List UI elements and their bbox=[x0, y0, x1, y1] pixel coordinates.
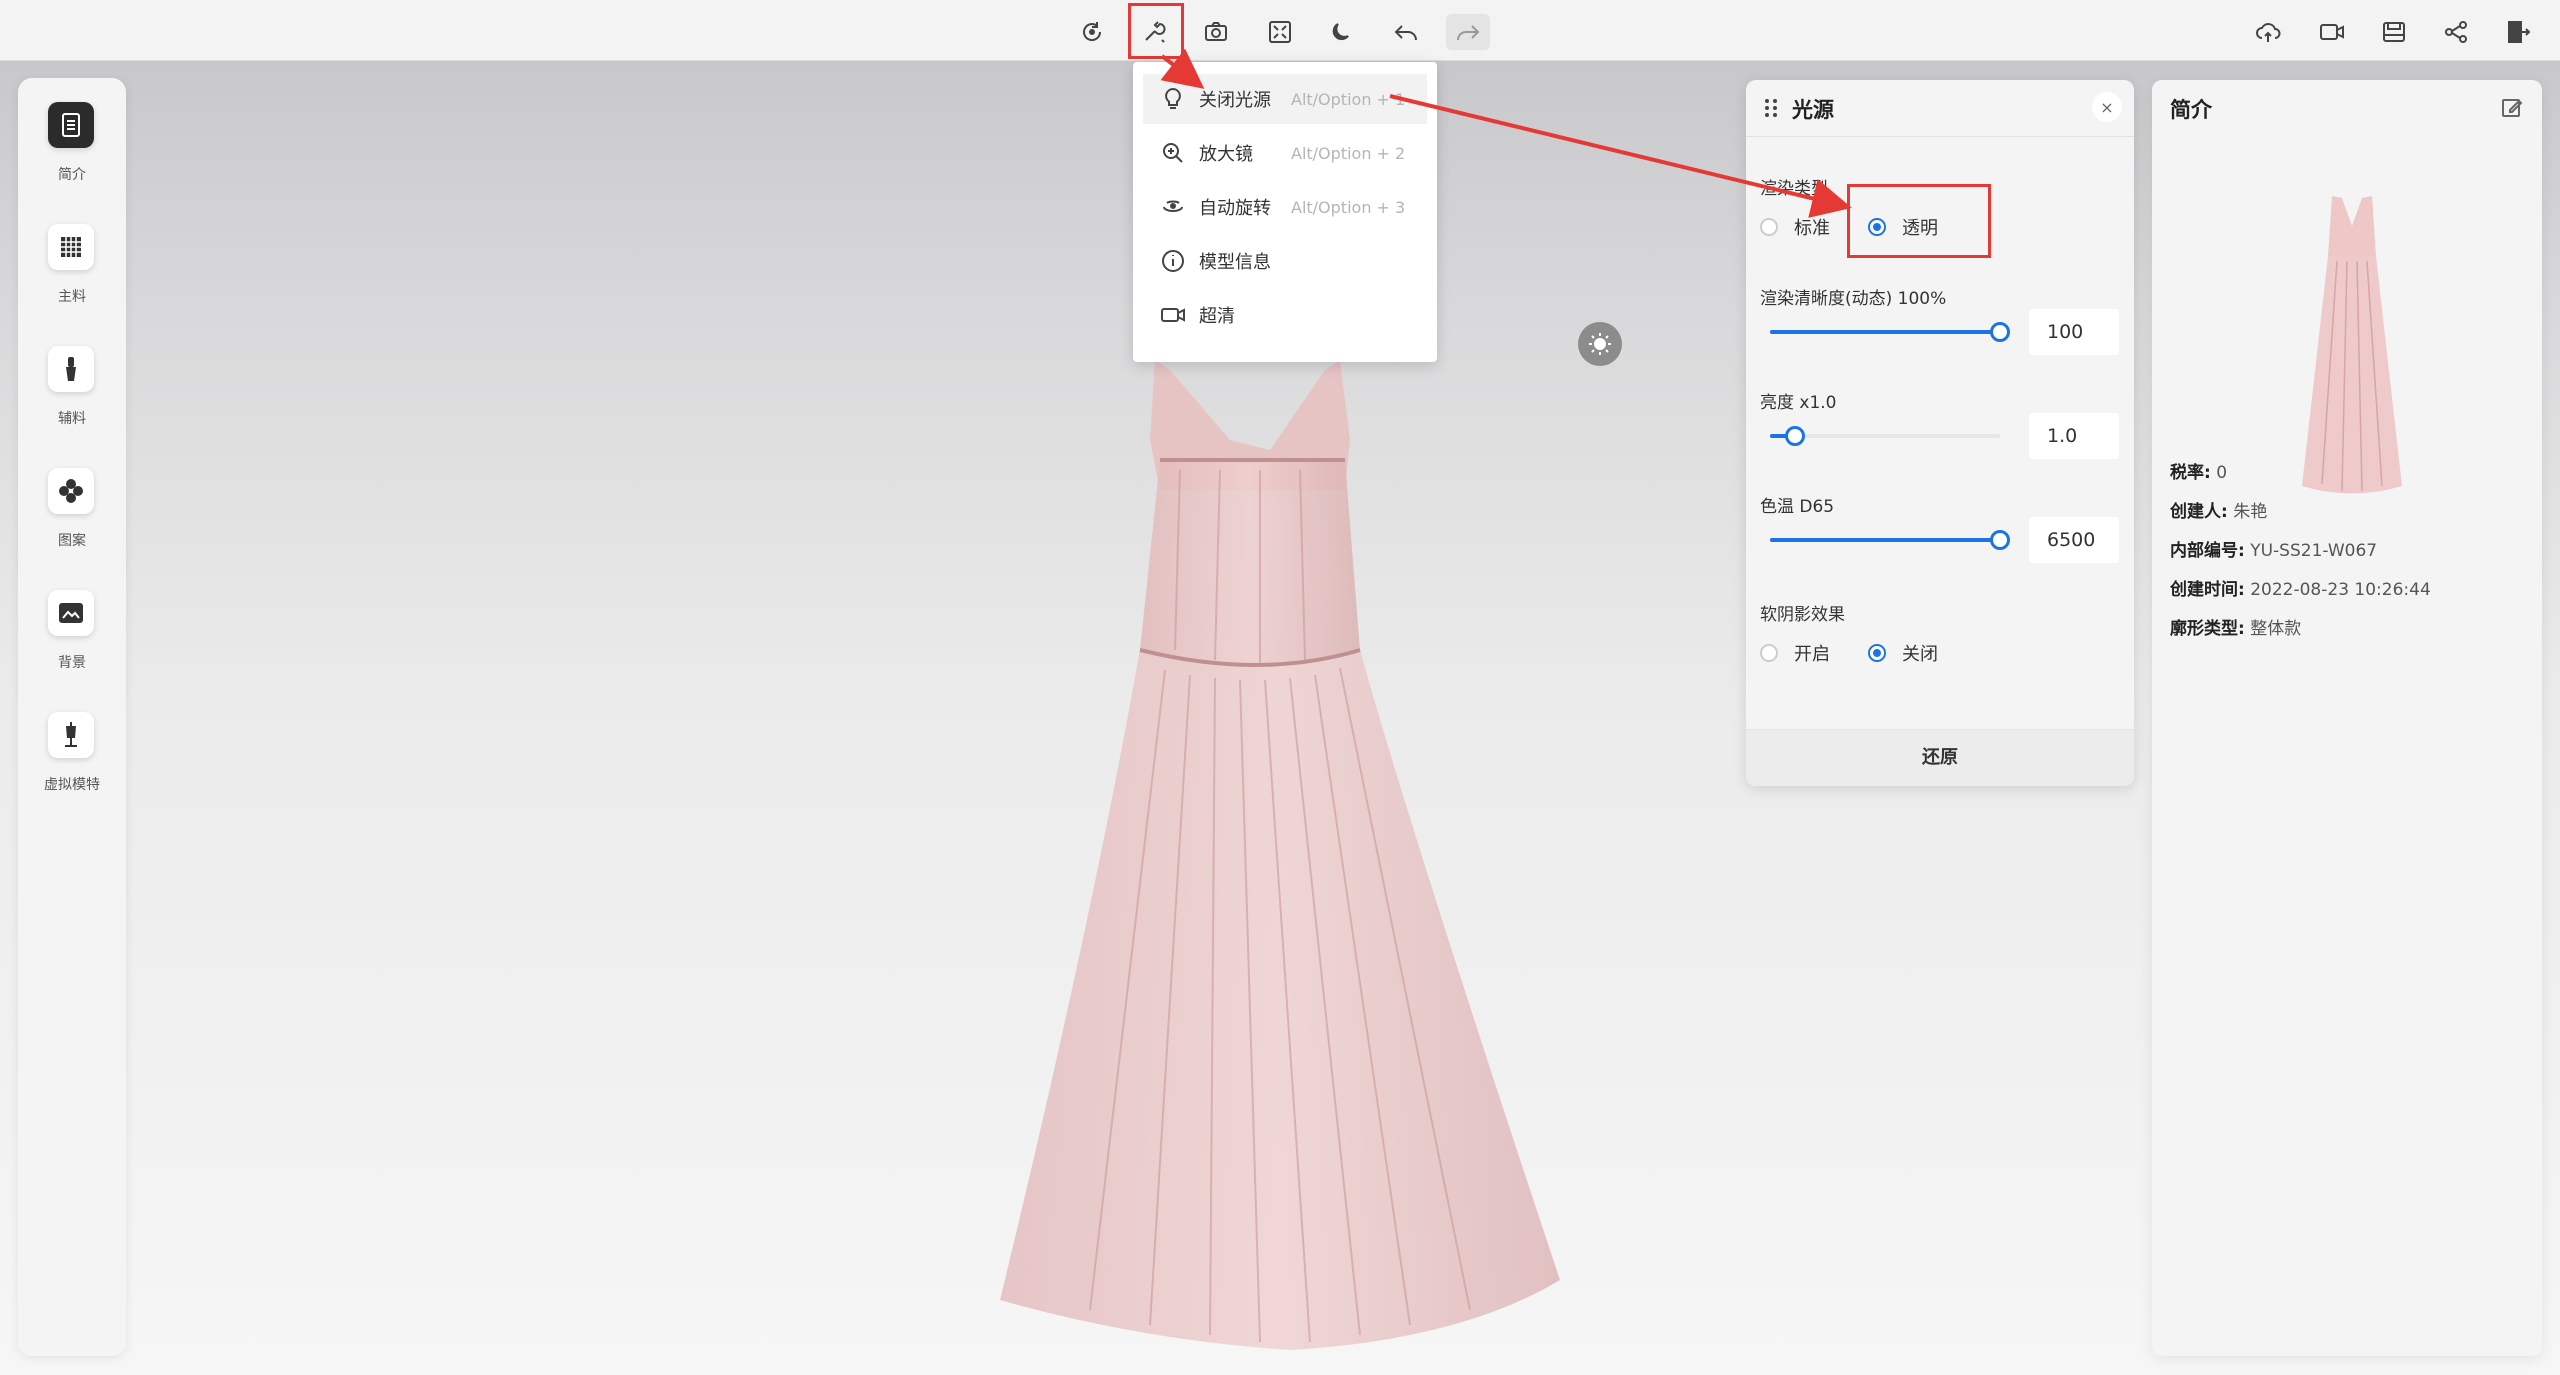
menu-item-magnifier[interactable]: 放大镜 Alt/Option + 2 bbox=[1143, 128, 1427, 178]
fullscreen-icon[interactable] bbox=[1258, 14, 1302, 50]
night-mode-icon[interactable] bbox=[1320, 14, 1364, 50]
dress-3d-model[interactable] bbox=[990, 330, 1570, 1370]
menu-item-label: 关闭光源 bbox=[1199, 90, 1271, 111]
edit-icon[interactable] bbox=[2500, 96, 2524, 120]
sidebar-item-label: 背景 bbox=[58, 655, 86, 671]
menu-item-shortcut: Alt/Option + 1 bbox=[1291, 89, 1406, 109]
reset-view-icon[interactable] bbox=[1070, 14, 1114, 50]
menu-item-label: 放大镜 bbox=[1199, 144, 1253, 165]
slider-thumb[interactable] bbox=[1990, 530, 2010, 550]
color-temp-value-input[interactable]: 6500 bbox=[2029, 517, 2119, 563]
mannequin-icon bbox=[48, 712, 94, 758]
top-toolbar bbox=[0, 0, 2560, 61]
info-row-silhouette: 廓形类型: 整体款 bbox=[2170, 619, 2302, 639]
panel-header[interactable]: 光源 × bbox=[1746, 80, 2134, 137]
sidebar-item-intro[interactable]: 简介 bbox=[18, 102, 126, 212]
soft-shadow-label: 软阴影效果 bbox=[1760, 605, 1845, 625]
redo-icon[interactable] bbox=[1446, 14, 1490, 50]
wrench-icon[interactable] bbox=[1132, 14, 1176, 50]
radio-label: 标准 bbox=[1794, 218, 1830, 239]
render-option-transparent[interactable]: 透明 bbox=[1868, 214, 1938, 240]
shadow-option-on[interactable]: 开启 bbox=[1760, 640, 1830, 666]
clarity-value-input[interactable]: 100 bbox=[2029, 309, 2119, 355]
dress-thumbnail bbox=[2302, 196, 2402, 494]
brightness-slider[interactable] bbox=[1770, 426, 2000, 446]
drag-handle-icon[interactable] bbox=[1764, 98, 1778, 118]
rotate-icon bbox=[1163, 200, 1183, 212]
menu-item-label: 超清 bbox=[1199, 306, 1235, 327]
color-temp-slider[interactable] bbox=[1770, 530, 2010, 550]
render-type-label: 渲染类型 bbox=[1760, 179, 1828, 199]
camera-icon[interactable] bbox=[1194, 14, 1238, 50]
info-row-created-time: 创建时间: 2022-08-23 10:26:44 bbox=[2170, 580, 2431, 600]
menu-item-label: 自动旋转 bbox=[1199, 198, 1271, 219]
menu-item-model-info[interactable]: 模型信息 bbox=[1143, 236, 1427, 286]
slider-thumb[interactable] bbox=[1990, 322, 2010, 342]
undo-icon[interactable] bbox=[1384, 14, 1428, 50]
bulb-icon bbox=[1165, 87, 1181, 109]
menu-item-auto-rotate[interactable]: 自动旋转 Alt/Option + 3 bbox=[1143, 182, 1427, 232]
reset-button[interactable]: 还原 bbox=[1746, 729, 2134, 786]
sidebar-item-label: 主料 bbox=[58, 289, 86, 305]
radio-circle bbox=[1760, 218, 1778, 236]
radio-label: 透明 bbox=[1902, 218, 1938, 239]
sidebar-item-background[interactable]: 背景 bbox=[18, 590, 126, 700]
left-sidebar: 简介 主料 辅料 图案 背景 虚拟模特 bbox=[18, 78, 126, 1356]
sidebar-item-label: 辅料 bbox=[58, 411, 86, 427]
info-panel: 简介 税率: 0 创建人: 朱艳 内部编号: YU-SS21-W067 创建时间… bbox=[2152, 80, 2542, 1356]
menu-item-label: 模型信息 bbox=[1199, 252, 1271, 273]
slider-thumb[interactable] bbox=[1785, 426, 1806, 446]
sidebar-item-pattern[interactable]: 图案 bbox=[18, 468, 126, 578]
menu-item-close-light[interactable]: 关闭光源 Alt/Option + 1 bbox=[1143, 74, 1427, 124]
sidebar-item-label: 虚拟模特 bbox=[44, 777, 100, 793]
exit-icon[interactable] bbox=[2496, 14, 2540, 50]
save-icon[interactable] bbox=[2372, 14, 2416, 50]
radio-label: 开启 bbox=[1794, 644, 1830, 665]
zipper-icon bbox=[48, 346, 94, 392]
brightness-label: 亮度 x1.0 bbox=[1760, 393, 1837, 413]
render-option-standard[interactable]: 标准 bbox=[1760, 214, 1830, 240]
color-temp-label: 色温 D65 bbox=[1760, 497, 1835, 517]
radio-circle bbox=[1868, 218, 1886, 236]
image-icon bbox=[48, 590, 94, 636]
pattern-icon bbox=[48, 468, 94, 514]
sidebar-item-accessories[interactable]: 辅料 bbox=[18, 346, 126, 456]
info-icon bbox=[1162, 250, 1184, 272]
fabric-grid-icon bbox=[48, 224, 94, 270]
hd-camera-icon bbox=[1161, 308, 1185, 322]
sidebar-item-label: 图案 bbox=[58, 533, 86, 549]
menu-item-hd[interactable]: 超清 bbox=[1143, 290, 1427, 340]
info-row-internal-id: 内部编号: YU-SS21-W067 bbox=[2170, 541, 2378, 561]
cloud-upload-icon[interactable] bbox=[2246, 14, 2290, 50]
menu-item-shortcut: Alt/Option + 3 bbox=[1291, 197, 1406, 217]
light-toggle-button[interactable] bbox=[1578, 322, 1622, 366]
sidebar-item-mannequin[interactable]: 虚拟模特 bbox=[18, 712, 126, 822]
sun-icon bbox=[1589, 333, 1611, 355]
brightness-value-input[interactable]: 1.0 bbox=[2029, 413, 2119, 459]
document-icon bbox=[48, 102, 94, 148]
clarity-label: 渲染清晰度(动态) 100% bbox=[1760, 289, 1947, 309]
share-icon[interactable] bbox=[2434, 14, 2478, 50]
radio-label: 关闭 bbox=[1902, 644, 1938, 665]
sidebar-item-main-fabric[interactable]: 主料 bbox=[18, 224, 126, 334]
light-settings-panel: 光源 × 渲染类型 标准 透明 渲染清晰度(动态) 100% 100 亮度 x1… bbox=[1746, 80, 2134, 786]
shadow-option-off[interactable]: 关闭 bbox=[1868, 640, 1938, 666]
clarity-slider[interactable] bbox=[1770, 322, 2010, 342]
tools-dropdown-menu: 关闭光源 Alt/Option + 1 放大镜 Alt/Option + 2 自… bbox=[1133, 62, 1437, 362]
info-row-tax-rate: 税率: 0 bbox=[2170, 463, 2228, 483]
video-icon[interactable] bbox=[2310, 14, 2354, 50]
panel-title: 光源 bbox=[1792, 98, 1834, 122]
radio-circle bbox=[1760, 644, 1778, 662]
menu-item-shortcut: Alt/Option + 2 bbox=[1291, 143, 1406, 163]
radio-circle bbox=[1868, 644, 1886, 662]
close-button[interactable]: × bbox=[2092, 92, 2122, 122]
magnifier-icon bbox=[1163, 143, 1183, 163]
sidebar-item-label: 简介 bbox=[58, 167, 86, 183]
panel-title: 简介 bbox=[2170, 98, 2212, 122]
info-row-creator: 创建人: 朱艳 bbox=[2170, 502, 2268, 522]
